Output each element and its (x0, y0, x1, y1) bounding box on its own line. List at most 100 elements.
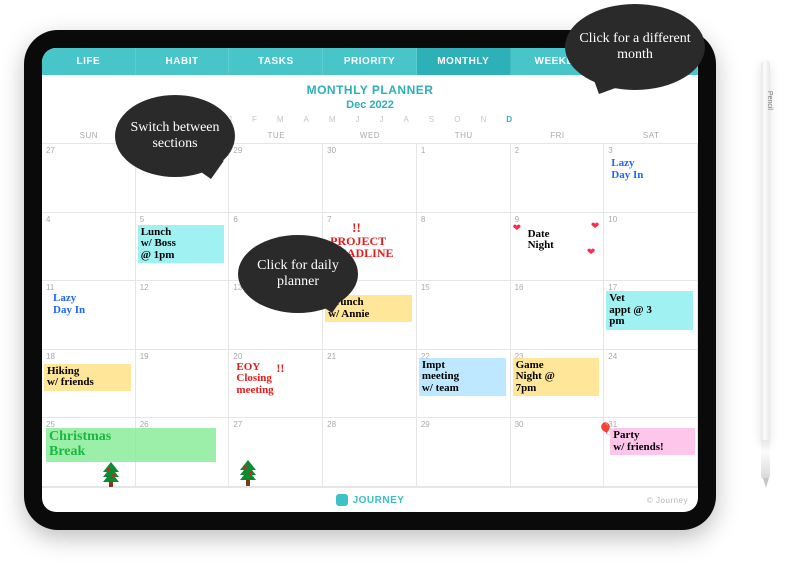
brand-name: JOURNEY (353, 495, 405, 506)
day-number: 19 (140, 352, 149, 361)
day-cell[interactable]: 1 (417, 144, 511, 213)
day-number: 12 (140, 283, 149, 292)
day-cell[interactable]: 25 Christmas Break (42, 418, 136, 487)
tab-priority[interactable]: PRIORITY (323, 48, 417, 75)
day-number: 5 (140, 215, 144, 224)
month-letter[interactable]: A (304, 115, 309, 124)
day-cell[interactable]: 22 Impt meeting w/ team (417, 350, 511, 419)
day-cell[interactable]: 16 (511, 281, 605, 350)
day-cell[interactable]: 19 (136, 350, 230, 419)
day-cell[interactable]: 12 (136, 281, 230, 350)
entry-eoy-meeting: EOY Closing meeting (233, 360, 276, 399)
tree-icon (239, 460, 257, 482)
tab-monthly[interactable]: MONTHLY (417, 48, 511, 75)
day-number: 30 (515, 420, 524, 429)
entry-lazy-day: Lazy Day In (608, 156, 646, 183)
month-letter[interactable]: S (429, 115, 434, 124)
month-letter[interactable]: N (480, 115, 486, 124)
month-letter[interactable]: F (252, 115, 257, 124)
day-cell[interactable]: 8 (417, 213, 511, 282)
day-cell[interactable]: 18 Hiking w/ friends (42, 350, 136, 419)
day-cell[interactable]: 4 (42, 213, 136, 282)
day-number: 10 (608, 215, 617, 224)
day-cell[interactable]: 26 (136, 418, 230, 487)
entry-hiking: Hiking w/ friends (44, 364, 131, 391)
day-cell[interactable]: 23 Game Night @ 7pm (511, 350, 605, 419)
day-number: 7 (327, 215, 331, 224)
day-number: 21 (327, 352, 336, 361)
bubble-text: Switch between sections (129, 120, 221, 152)
month-letter[interactable]: M (277, 115, 284, 124)
tab-habit[interactable]: HABIT (136, 48, 230, 75)
day-number: 18 (46, 352, 55, 361)
day-number: 15 (421, 283, 430, 292)
day-cell[interactable]: 30 (511, 418, 605, 487)
day-number: 1 (421, 146, 425, 155)
day-number: 27 (233, 420, 242, 429)
day-cell[interactable]: 9 ❤ ❤ ❤ Date Night (511, 213, 605, 282)
day-number: 26 (140, 420, 149, 429)
tab-tasks[interactable]: TASKS (229, 48, 323, 75)
day-cell[interactable]: 20 EOY Closing meeting !! (229, 350, 323, 419)
day-cell[interactable]: 3 Lazy Day In (604, 144, 698, 213)
dayname: TUE (229, 128, 323, 144)
day-cell[interactable]: 11 Lazy Day In (42, 281, 136, 350)
day-cell[interactable]: 21 (323, 350, 417, 419)
day-cell[interactable]: 29 (417, 418, 511, 487)
dayname: SAT (604, 128, 698, 144)
day-cell[interactable]: 5 Lunch w/ Boss @ 1pm (136, 213, 230, 282)
pencil-label: Pencil (766, 91, 773, 110)
annotation-bubble-different-month: Click for a different month (565, 4, 705, 90)
ipad-frame: LIFE HABIT TASKS PRIORITY MONTHLY WEEKLY… (24, 30, 716, 530)
entry-date-night: Date Night (525, 227, 557, 254)
day-number: 6 (233, 215, 237, 224)
day-number: 2 (515, 146, 519, 155)
app-footer: JOURNEY © Journey (42, 487, 698, 512)
dayname: FRI (511, 128, 605, 144)
entry-impt-meeting: Impt meeting w/ team (419, 358, 506, 397)
bubble-text: Click for a different month (579, 31, 691, 63)
entry-game-night: Game Night @ 7pm (513, 358, 600, 397)
day-number: 28 (327, 420, 336, 429)
day-number: 3 (608, 146, 612, 155)
entry-lunch-boss: Lunch w/ Boss @ 1pm (138, 225, 225, 264)
annotation-bubble-switch-sections: Switch between sections (115, 95, 235, 177)
day-cell[interactable]: 24 (604, 350, 698, 419)
month-letter[interactable]: O (454, 115, 460, 124)
month-letter[interactable]: A (404, 115, 409, 124)
day-number: 4 (46, 215, 50, 224)
day-number: 8 (421, 215, 425, 224)
dayname: WED (323, 128, 417, 144)
day-number: 29 (421, 420, 430, 429)
copyright-text: © Journey (647, 496, 688, 505)
day-number: 16 (515, 283, 524, 292)
heart-icon: ❤ (513, 223, 521, 234)
dayname: THU (417, 128, 511, 144)
day-number: 30 (327, 146, 336, 155)
apple-pencil (756, 60, 774, 480)
heart-icon: ❤ (587, 247, 595, 258)
annotation-bubble-daily-planner: Click for daily planner (238, 235, 358, 313)
day-cell[interactable]: 17 Vet appt @ 3 pm (604, 281, 698, 350)
day-cell[interactable]: 10 (604, 213, 698, 282)
day-cell[interactable]: 30 (323, 144, 417, 213)
month-letter[interactable]: J (356, 115, 360, 124)
day-cell[interactable]: 27 (229, 418, 323, 487)
entry-party: Party w/ friends! (610, 428, 695, 455)
day-cell[interactable]: 28 (323, 418, 417, 487)
entry-eoy-marks: !! (273, 360, 287, 377)
calendar-grid: 27 28 29 30 1 2 3 Lazy Day In 4 5 Lunch … (42, 144, 698, 487)
month-letter-current[interactable]: D (506, 115, 512, 124)
tab-life[interactable]: LIFE (42, 48, 136, 75)
day-cell[interactable]: 29 (229, 144, 323, 213)
tree-icon (102, 462, 120, 484)
month-letter[interactable]: M (329, 115, 336, 124)
day-number: 29 (233, 146, 242, 155)
day-cell[interactable]: 2 (511, 144, 605, 213)
journey-logo-icon (336, 494, 348, 506)
month-letter[interactable]: J (380, 115, 384, 124)
day-cell[interactable]: 31 🎈 Party w/ friends! (604, 418, 698, 487)
day-cell[interactable]: 15 (417, 281, 511, 350)
day-number: 27 (46, 146, 55, 155)
entry-lazy-day: Lazy Day In (50, 291, 88, 318)
